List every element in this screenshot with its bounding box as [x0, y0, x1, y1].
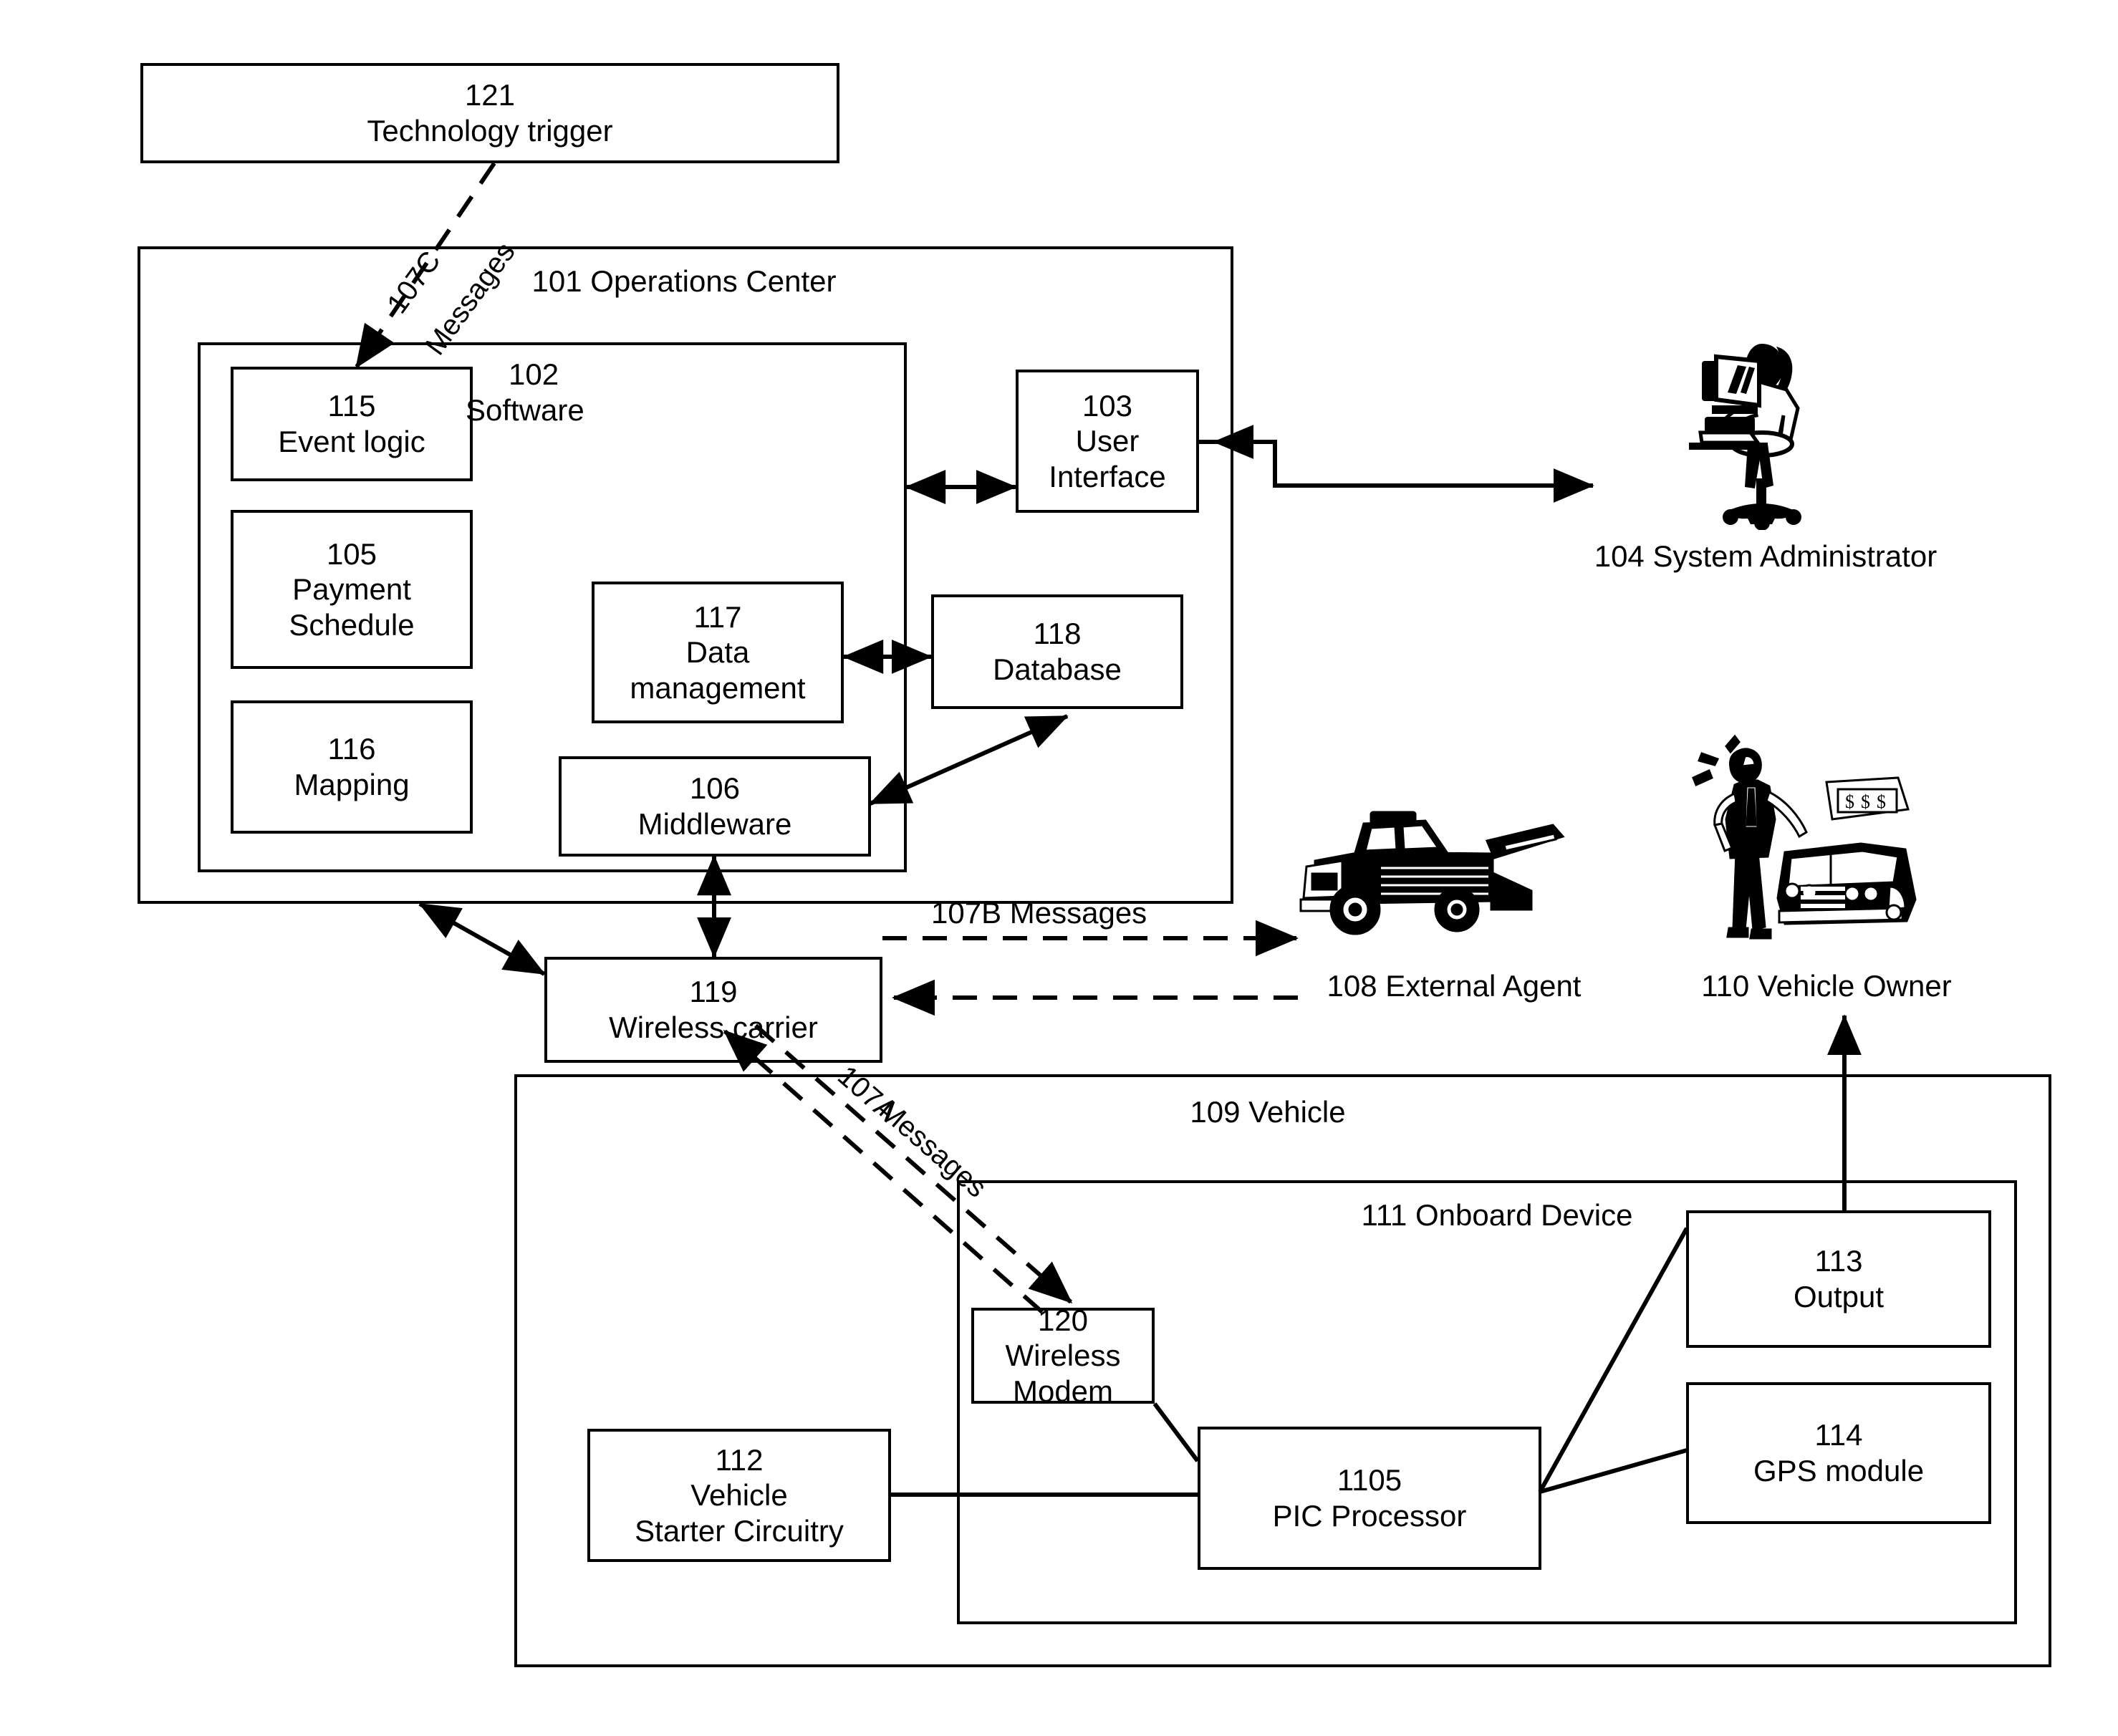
block-label: PIC Processor	[1272, 1499, 1467, 1533]
tow-truck-icon	[1295, 781, 1603, 945]
onboard-device-title: 111 Onboard Device	[1311, 1197, 1683, 1233]
connector-operations-center-wireless-carrier	[418, 902, 546, 976]
block-number: 113	[1814, 1244, 1863, 1278]
block-wireless-modem[interactable]: 120 Wireless Modem	[971, 1303, 1155, 1408]
block-number: 102	[509, 357, 559, 391]
block-label: Operations Center	[590, 264, 837, 298]
actor-label: System Administrator	[1652, 539, 1938, 573]
software-title: 102 Software	[466, 357, 766, 428]
block-number: 117	[693, 599, 742, 634]
block-wireless-carrier[interactable]: 119 Wireless carrier	[544, 957, 882, 1063]
block-label: Event logic	[278, 425, 425, 458]
block-event-logic[interactable]: 115 Event logic	[231, 367, 473, 481]
block-database[interactable]: 118 Database	[931, 594, 1183, 709]
block-number: 118	[1033, 617, 1082, 651]
block-label-line1: Data	[685, 635, 750, 670]
block-label: Wireless carrier	[609, 1011, 818, 1044]
block-technology-trigger[interactable]: 121 Technology trigger	[140, 63, 839, 163]
block-data-management[interactable]: 117 Data management	[592, 582, 844, 723]
block-number: 115	[327, 389, 376, 423]
actor-external-agent: 108 External Agent	[1311, 968, 1597, 1004]
block-label: Software	[466, 392, 584, 427]
block-number: 1105	[1337, 1463, 1402, 1498]
block-number: 111	[1361, 1198, 1407, 1232]
block-number: 119	[689, 975, 738, 1009]
block-label: Mapping	[294, 768, 410, 801]
block-label-line2: management	[630, 670, 806, 705]
block-number: 109	[1190, 1095, 1241, 1129]
block-pic-processor[interactable]: 1105 PIC Processor	[1198, 1427, 1541, 1570]
actor-label: External Agent	[1385, 969, 1582, 1003]
actor-label: Vehicle Owner	[1757, 969, 1952, 1003]
block-number: 120	[1037, 1303, 1089, 1337]
block-number: 112	[715, 1442, 764, 1477]
block-number: 101	[531, 264, 582, 298]
actor-vehicle-owner: 110 Vehicle Owner	[1669, 968, 1984, 1004]
block-label: Onboard Device	[1415, 1198, 1633, 1232]
operations-center-title: 101 Operations Center	[444, 264, 924, 299]
actor-system-administrator: 104 System Administrator	[1579, 539, 1952, 574]
block-label-line2: Schedule	[289, 607, 415, 642]
block-label: Output	[1793, 1280, 1884, 1313]
svg-text:$: $	[1877, 791, 1886, 812]
block-number: 103	[1082, 388, 1133, 423]
block-number: 114	[1814, 1418, 1863, 1452]
block-label: Vehicle	[1248, 1095, 1346, 1129]
svg-text:$: $	[1845, 791, 1854, 812]
connector-user-interface-to-sysadmin-out	[1196, 440, 1594, 503]
block-label: Technology trigger	[367, 114, 613, 148]
actor-number: 110	[1701, 969, 1750, 1003]
block-label: GPS module	[1753, 1454, 1925, 1487]
block-label-line2: Starter Circuitry	[635, 1513, 844, 1548]
block-gps-module[interactable]: 114 GPS module	[1686, 1382, 1991, 1524]
label-107b-messages: 107B Messages	[931, 896, 1147, 930]
block-label-line1: Vehicle	[690, 1478, 788, 1513]
vehicle-title: 109 Vehicle	[1117, 1094, 1418, 1130]
block-vehicle-starter-circuitry[interactable]: 112 Vehicle Starter Circuitry	[587, 1429, 891, 1562]
block-label: Database	[993, 652, 1122, 686]
block-mapping[interactable]: 116 Mapping	[231, 700, 473, 834]
patent-figure: 121 Technology trigger 101 Operations Ce…	[0, 0, 2118, 1736]
block-user-interface[interactable]: 103 User Interface	[1016, 370, 1199, 513]
block-middleware[interactable]: 106 Middleware	[559, 756, 871, 857]
actor-number: 108	[1327, 969, 1377, 1003]
block-label-line1: Payment	[292, 572, 411, 607]
block-output[interactable]: 113 Output	[1686, 1210, 1991, 1348]
block-label-line2: Interface	[1049, 459, 1166, 493]
block-label-line1: User	[1075, 424, 1140, 458]
person-with-car-icon: $ $ $	[1683, 729, 1977, 965]
block-number: 106	[689, 771, 741, 806]
block-number: 121	[464, 78, 516, 112]
svg-text:$: $	[1861, 791, 1870, 812]
person-at-computer-icon	[1676, 337, 1848, 531]
block-payment-schedule[interactable]: 105 Payment Schedule	[231, 510, 473, 669]
block-label-line1: Wireless	[1005, 1339, 1121, 1373]
block-number: 116	[327, 732, 376, 766]
actor-number: 104	[1594, 539, 1645, 573]
block-label: Middleware	[637, 807, 792, 841]
block-label-line2: Modem	[1012, 1374, 1114, 1408]
block-number: 105	[326, 536, 377, 571]
